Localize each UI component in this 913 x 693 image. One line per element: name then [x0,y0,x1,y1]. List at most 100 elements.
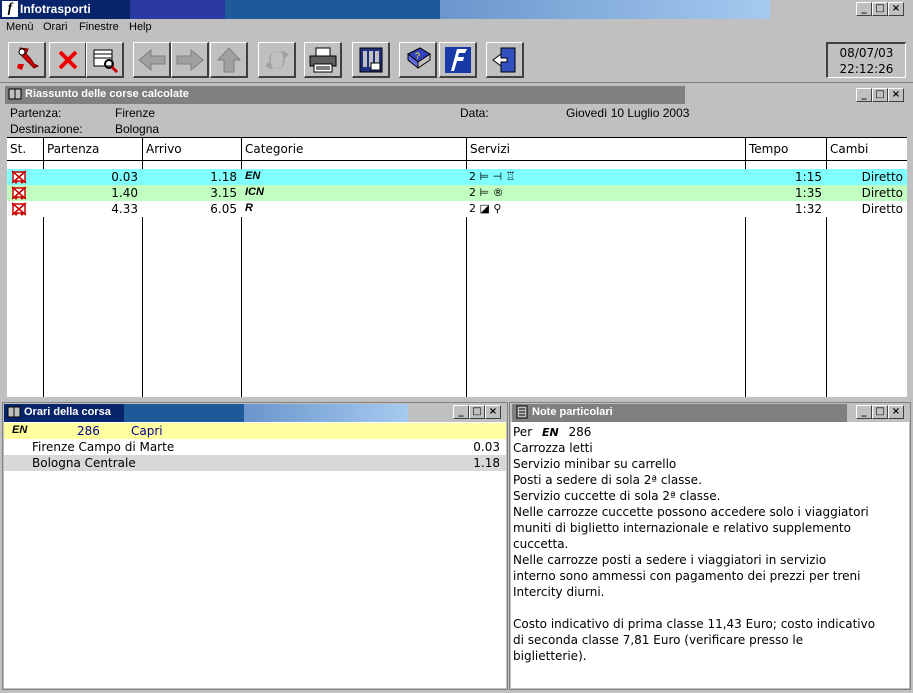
maximize-button[interactable]: □ [872,2,888,16]
up-arrow-icon [216,46,241,72]
train-category-icon: EN [12,424,28,436]
printer-icon [309,47,336,72]
train-category: EN [245,170,261,182]
summary-window-buttons: _ □ × [856,88,904,102]
col-header-st[interactable]: St. [10,142,26,156]
partenza-value: Firenze [115,106,156,120]
note-close-button[interactable]: × [888,405,904,419]
close-button[interactable]: × [888,2,904,16]
orari-maximize-button[interactable]: □ [469,405,485,419]
stop-row[interactable]: Bologna Centrale 1.18 [4,455,506,471]
note-line: di seconda classe 7,81 Euro (verificare … [513,633,804,647]
travel-time: 1:32 [795,202,822,216]
note-maximize-button[interactable]: □ [872,405,888,419]
refresh-button[interactable] [258,42,296,78]
italy-map-button[interactable] [8,42,46,78]
menu-item-menu[interactable]: Menù [6,21,34,33]
table-row[interactable]: 1.40 3.15 ICN 2 ⊨ ® 1:35 Diretto [7,185,907,201]
orari-train-row[interactable]: EN 286 Capri [4,423,506,439]
forward-button[interactable] [171,42,209,78]
destinazione-label: Destinazione: [10,122,83,136]
train-status-icon [11,170,27,184]
changes: Diretto [861,170,903,184]
departure-time: 4.33 [111,202,138,216]
col-header-servizi[interactable]: Servizi [470,142,510,156]
train-status-icon [11,202,27,216]
note-line: Nelle carrozze posti a sedere i viaggiat… [513,553,827,567]
table-row[interactable]: 4.33 6.05 R 2 ◪ ⚲ 1:32 Diretto [7,201,907,217]
data-label: Data: [460,106,489,120]
up-button[interactable] [210,42,248,78]
orari-titlebar: Orari della corsa [4,404,408,422]
print-button[interactable] [304,42,342,78]
calculator-icon [359,47,382,72]
summary-titlebar: Riassunto delle corse calcolate [5,86,685,104]
arrival-time: 6.05 [210,202,237,216]
note-train-number: 286 [568,425,592,439]
orari-title: Orari della corsa [24,406,111,418]
note-line: muniti di biglietto internazionale e rel… [513,521,851,535]
menu-item-orari[interactable]: Orari [43,21,67,33]
note-line: Carrozza letti [513,441,593,455]
book-icon [8,88,22,100]
fs-logo-icon [444,46,471,73]
app-title: Infotrasporti [20,2,91,16]
departure-time: 1.40 [111,186,138,200]
changes: Diretto [861,186,903,200]
note-titlebar: Note particolari [512,404,847,422]
col-header-tempo[interactable]: Tempo [749,142,788,156]
stop-name: Firenze Campo di Marte [32,440,175,454]
col-header-cambi[interactable]: Cambi [830,142,868,156]
summary-close-button[interactable]: × [888,88,904,102]
destinazione-value: Bologna [115,122,160,136]
note-line: Intercity diurni. [513,585,605,599]
note-line: Servizio cuccette di sola 2ª classe. [513,489,721,503]
menu-item-help[interactable]: Help [129,21,152,33]
back-arrow-icon [137,48,165,71]
train-name: Capri [131,424,163,438]
app-titlebar: f Infotrasporti [0,0,770,19]
stop-row[interactable]: Firenze Campo di Marte 0.03 [4,439,506,455]
close-x-icon [58,50,77,69]
note-window-buttons: _ □ × [856,405,904,419]
note-minimize-button[interactable]: _ [856,405,872,419]
help-book-icon: ? [406,46,431,69]
note-category-icon: EN [541,426,559,439]
summary-title: Riassunto delle corse calcolate [25,88,189,100]
col-header-categorie[interactable]: Categorie [245,142,303,156]
stop-time: 1.18 [473,456,500,470]
clock-date: 08/07/03 [839,46,894,60]
table-row[interactable]: 0.03 1.18 EN 2 ⊨ ⊣ ♖ 1:15 Diretto [7,169,907,185]
note-line: Posti a sedere di sola 2ª classe. [513,473,702,487]
note-line: Nelle carrozze cuccette possono accedere… [513,505,869,519]
exit-button[interactable] [486,42,524,78]
summary-maximize-button[interactable]: □ [872,88,888,102]
summary-minimize-button[interactable]: _ [856,88,872,102]
forward-arrow-icon [176,48,204,71]
search-button[interactable] [86,42,124,78]
fs-logo-button[interactable] [439,42,477,78]
cancel-button[interactable] [49,42,87,78]
train-services: 2 ◪ ⚲ [469,202,502,215]
note-line: biglietterie). [513,649,587,663]
help-button[interactable]: ? [399,42,437,78]
menu-item-finestre[interactable]: Finestre [79,21,119,33]
minimize-button[interactable]: _ [856,2,872,16]
col-header-partenza[interactable]: Partenza [47,142,99,156]
col-header-arrivo[interactable]: Arrivo [146,142,182,156]
train-category: ICN [245,186,264,198]
italy-map-icon [16,46,39,70]
exit-door-icon [491,47,515,72]
note-title: Note particolari [532,406,613,418]
clock-time: 22:12:26 [839,62,894,76]
orari-minimize-button[interactable]: _ [453,405,469,419]
main-window-buttons: _ □ × [856,2,904,16]
data-value: Giovedì 10 Luglio 2003 [566,106,690,120]
clock-display: 08/07/03 22:12:26 [826,42,906,78]
note-line: cuccetta. [513,537,569,551]
changes: Diretto [861,202,903,216]
departure-time: 0.03 [111,170,138,184]
orari-close-button[interactable]: × [485,405,501,419]
calculator-button[interactable] [352,42,390,78]
back-button[interactable] [133,42,171,78]
